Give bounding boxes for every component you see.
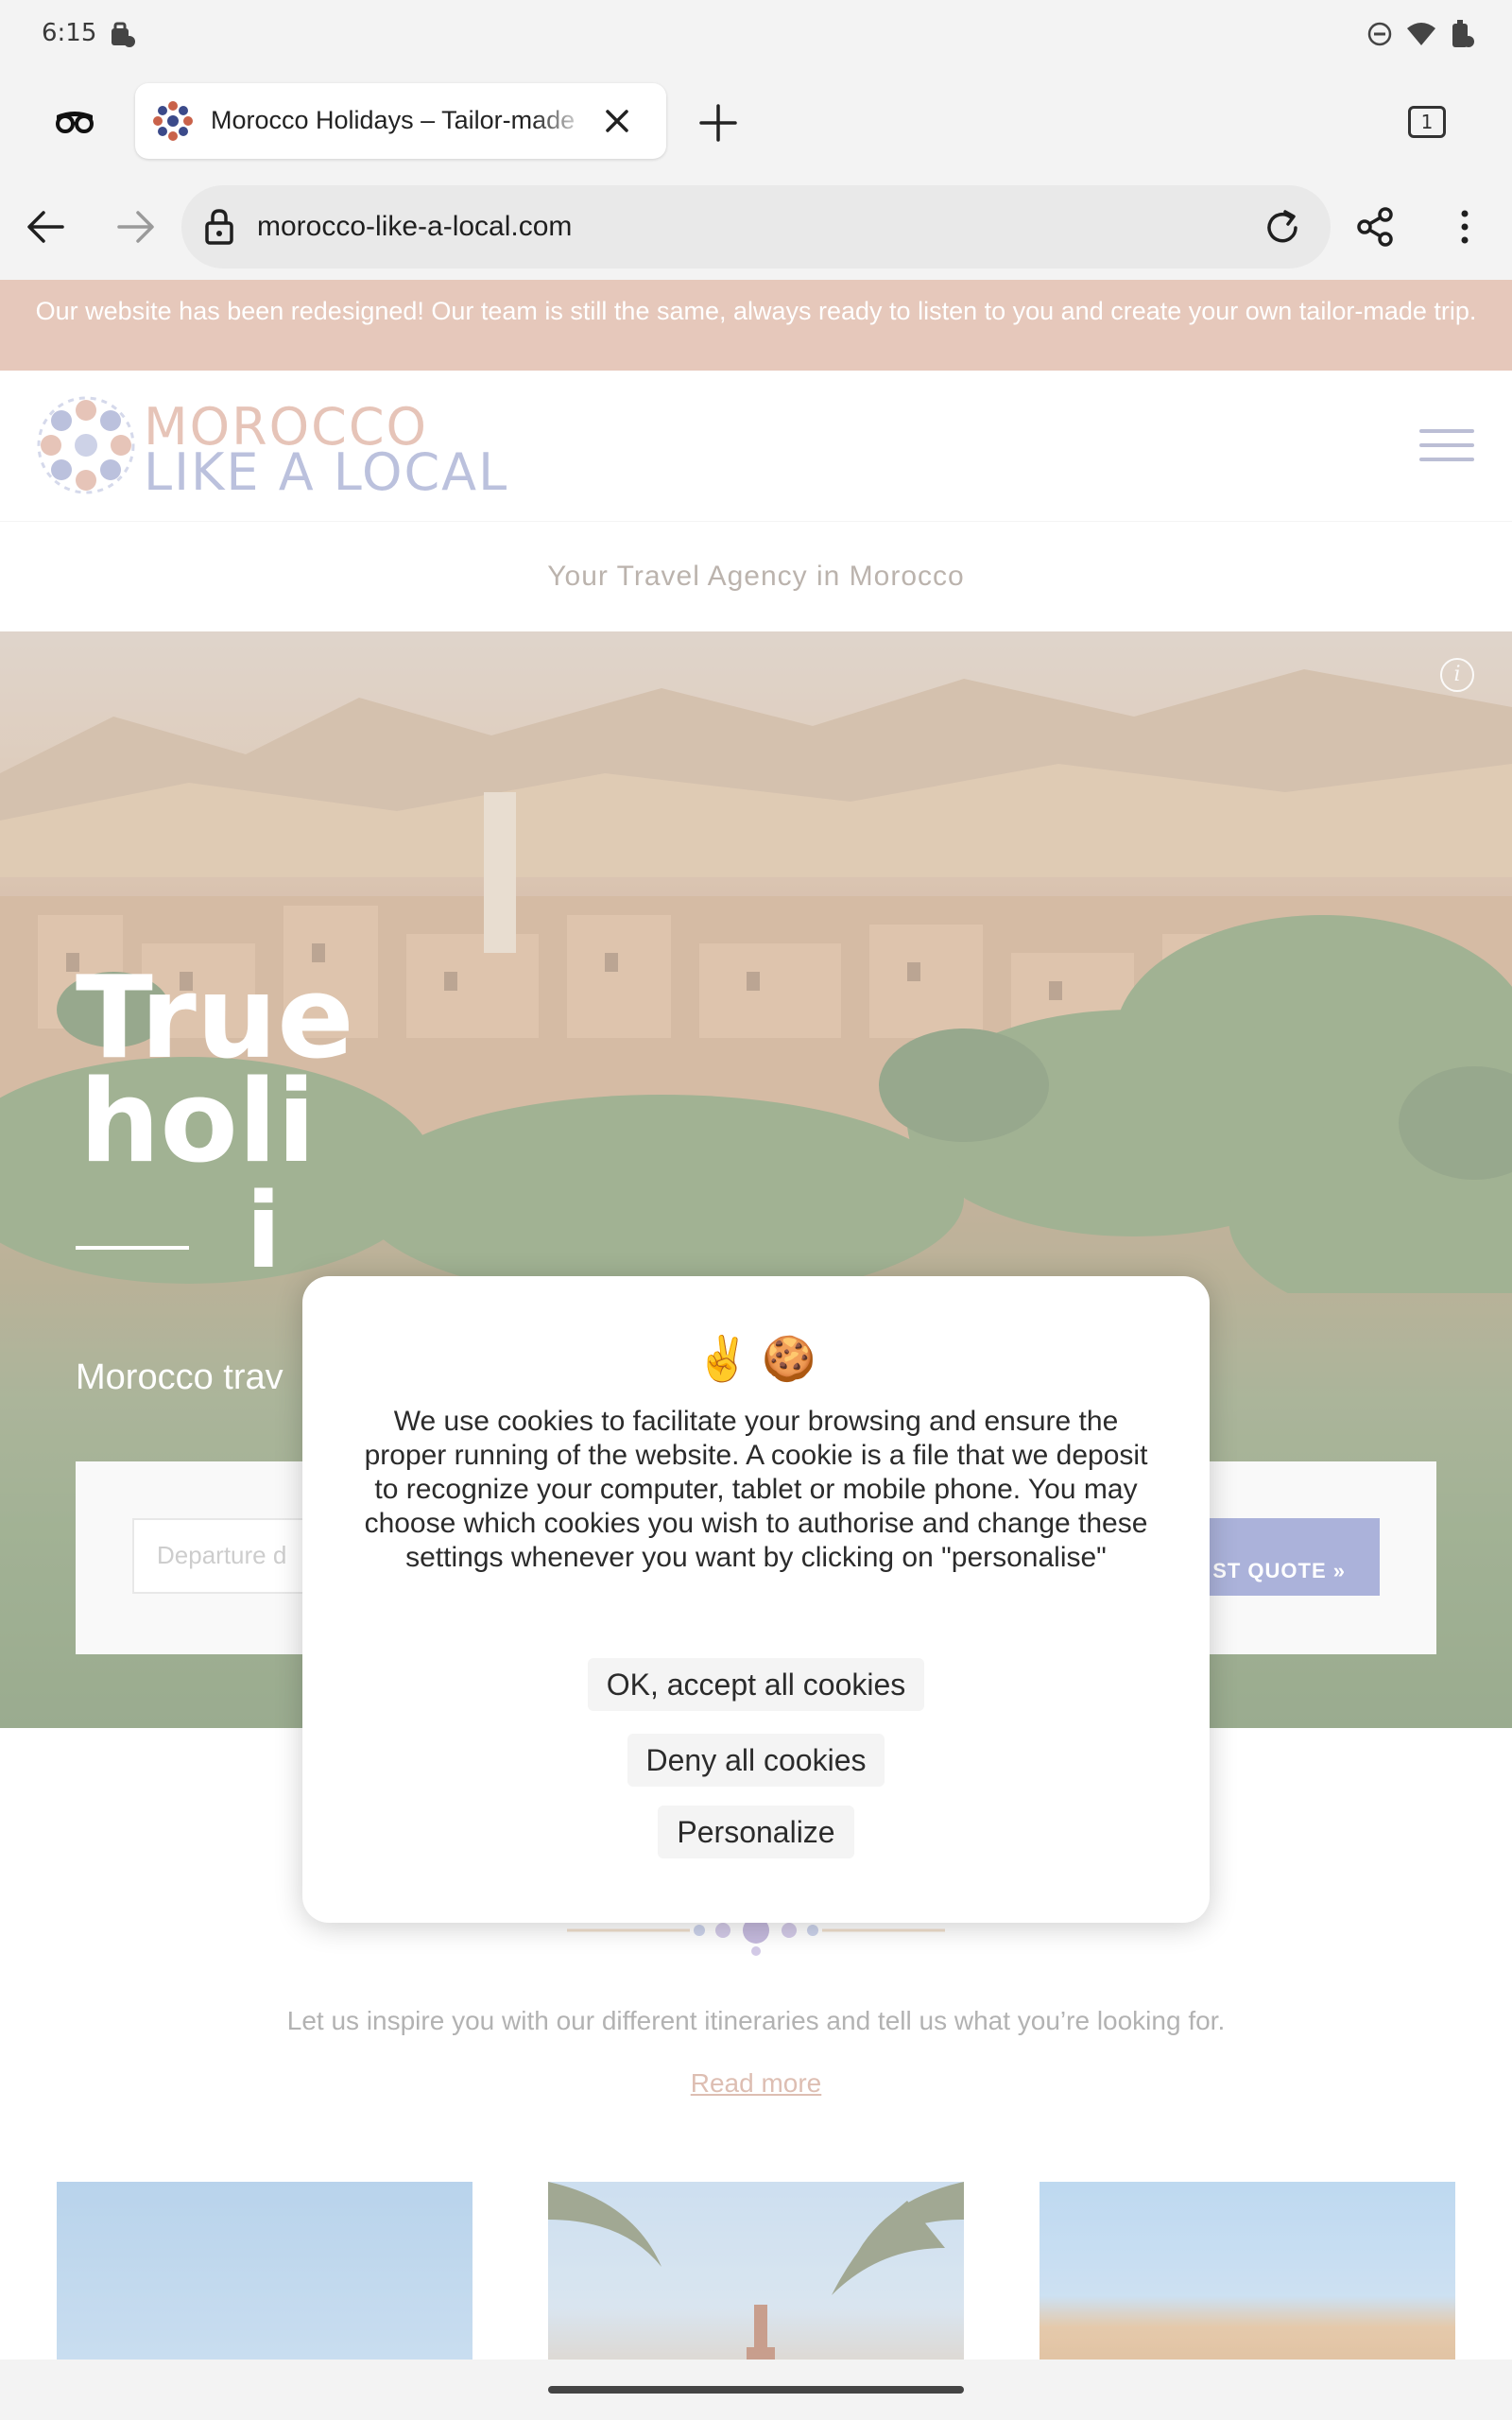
status-bar: 6:15 <box>0 0 1512 72</box>
close-icon[interactable] <box>598 102 636 140</box>
battery-icon <box>1450 19 1474 54</box>
home-gesture-handle[interactable] <box>548 2386 964 2394</box>
favicon-icon <box>150 98 196 144</box>
plus-icon[interactable] <box>697 102 739 144</box>
lock-icon[interactable] <box>204 208 234 251</box>
cookie-icon: ✌ 🍪 <box>696 1334 816 1383</box>
work-profile-icon <box>110 21 136 54</box>
tab-switcher-button[interactable]: 1 <box>1408 106 1446 138</box>
gesture-nav-bar <box>0 2360 1512 2420</box>
wifi-icon <box>1406 21 1436 52</box>
share-icon[interactable] <box>1355 206 1395 252</box>
tab-active[interactable]: Morocco Holidays – Tailor-made <box>135 83 666 159</box>
forward-arrow-icon[interactable] <box>115 208 157 251</box>
browser-toolbar: morocco-like-a-local.com <box>0 174 1512 280</box>
tab-strip: Morocco Holidays – Tailor-made 1 <box>0 72 1512 174</box>
deny-cookies-button[interactable]: Deny all cookies <box>627 1734 885 1787</box>
cookie-dialog: ✌ 🍪 We use cookies to facilitate your br… <box>302 1276 1210 1923</box>
reload-icon[interactable] <box>1263 208 1302 252</box>
address-bar[interactable]: morocco-like-a-local.com <box>181 185 1331 268</box>
personalize-cookies-button[interactable]: Personalize <box>658 1806 854 1858</box>
status-time: 6:15 <box>42 19 97 47</box>
incognito-icon[interactable] <box>55 106 94 139</box>
web-page: Our website has been redesigned! Our tea… <box>0 280 1512 2390</box>
back-arrow-icon[interactable] <box>25 208 66 251</box>
more-vert-icon[interactable] <box>1455 208 1474 251</box>
cookie-message: We use cookies to facilitate your browsi… <box>364 1406 1148 1573</box>
tab-title: Morocco Holidays – Tailor-made <box>211 106 576 134</box>
url-text[interactable]: morocco-like-a-local.com <box>257 211 572 243</box>
dnd-icon <box>1366 21 1393 52</box>
accept-cookies-button[interactable]: OK, accept all cookies <box>588 1658 924 1711</box>
